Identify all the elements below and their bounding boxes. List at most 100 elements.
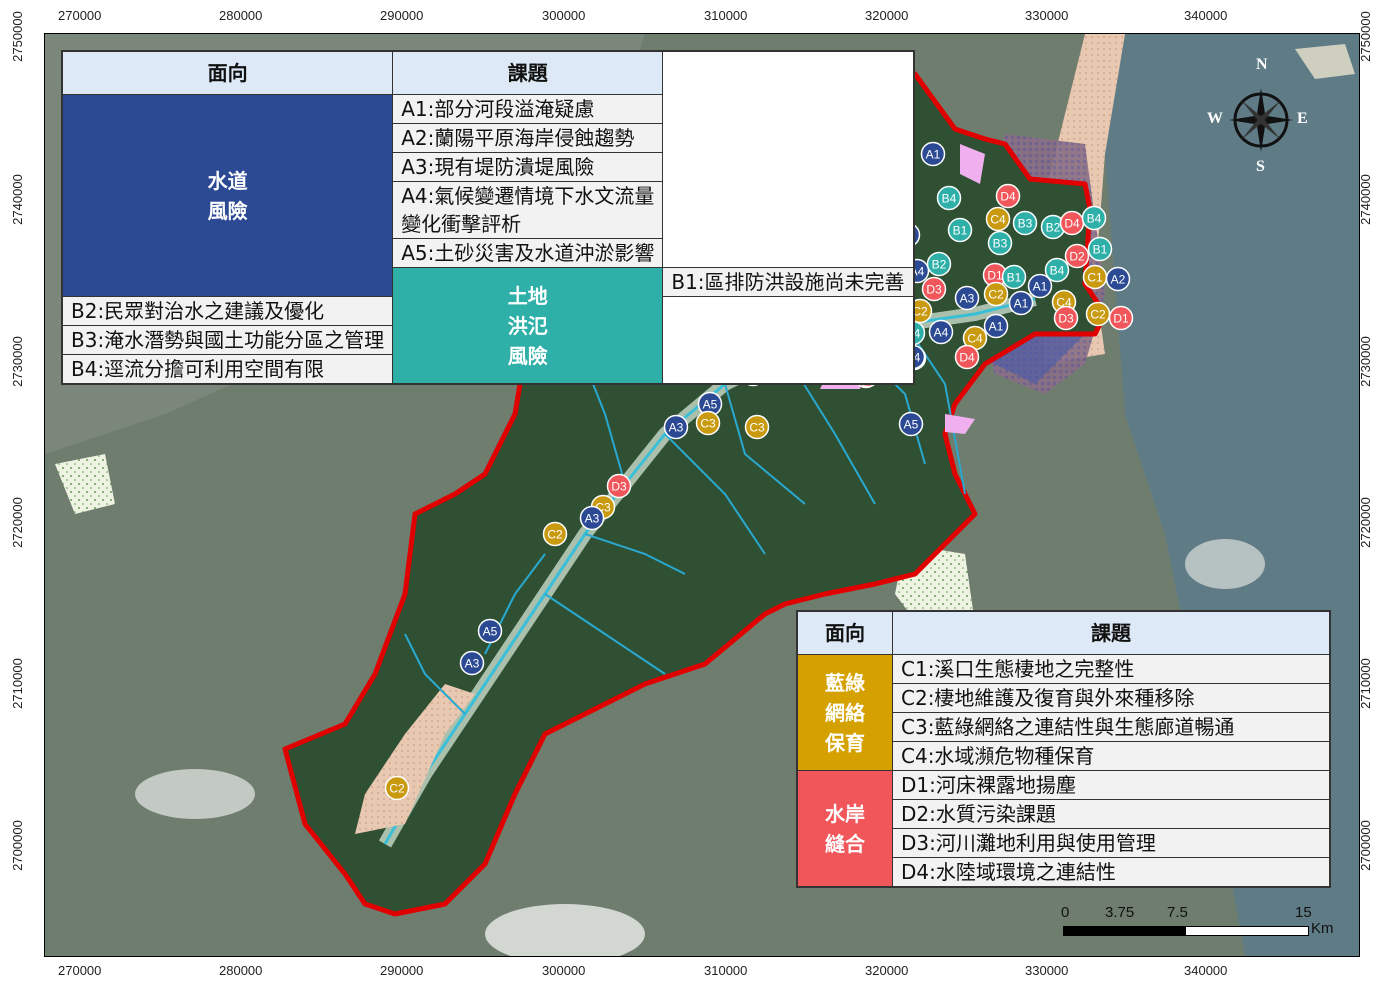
marker-label: D1: [1113, 312, 1129, 326]
marker-d4[interactable]: D4: [995, 183, 1021, 209]
marker-b1[interactable]: B1: [1087, 236, 1113, 262]
marker-label: B4: [942, 192, 957, 206]
marker-label: B3: [1018, 217, 1033, 231]
marker-label: C3: [749, 421, 765, 435]
scale-segment-white: [1185, 926, 1309, 936]
marker-a3[interactable]: A3: [954, 285, 980, 311]
marker-a4[interactable]: A4: [928, 319, 954, 345]
marker-d3[interactable]: D3: [606, 473, 632, 499]
marker-label: D2: [1069, 250, 1085, 264]
compass-n: N: [1256, 56, 1268, 73]
legend-item-b4: B4:逕流分擔可利用空間有限: [61, 354, 394, 385]
marker-a2[interactable]: A2: [1105, 266, 1131, 292]
scale-label: 3.75: [1105, 904, 1135, 921]
legend-item-d4: D4:水陸域環境之連結性: [892, 857, 1331, 888]
scale-label: 0: [1061, 904, 1070, 921]
legend-item-c3: C3:藍綠網絡之連結性與生態廊道暢通: [892, 712, 1331, 742]
compass-w: W: [1207, 110, 1223, 127]
marker-c2[interactable]: C2: [384, 775, 410, 801]
marker-label: C2: [988, 288, 1004, 302]
x-tick-label: 300000: [542, 8, 586, 23]
marker-d3[interactable]: D3: [1053, 305, 1079, 331]
x-tick-label: 320000: [865, 8, 909, 23]
marker-label: A5: [904, 418, 919, 432]
marker-label: B1: [1093, 243, 1108, 257]
marker-label: C2: [547, 528, 563, 542]
y-tick-label: 2730000: [9, 336, 25, 387]
marker-c1[interactable]: C1: [1082, 264, 1108, 290]
marker-label: C2: [912, 305, 928, 319]
marker-d4[interactable]: D4: [954, 344, 980, 370]
marker-c4[interactable]: C4: [985, 206, 1011, 232]
x-tick-label: 310000: [704, 8, 748, 23]
x-tick-label: 320000: [865, 963, 909, 978]
legend-group-waterway-risk: 水道 風險: [61, 94, 394, 297]
legend-group-waterfront: 水岸 縫合: [796, 770, 893, 888]
marker-b4[interactable]: B4: [1081, 205, 1107, 231]
marker-label: B2: [1046, 221, 1061, 235]
marker-c3[interactable]: C3: [695, 410, 721, 436]
x-tick-label: 340000: [1184, 8, 1228, 23]
marker-b3[interactable]: B3: [1012, 210, 1038, 236]
marker-label: A5: [703, 398, 718, 412]
cloud: [1185, 539, 1265, 589]
legend-item-c1: C1:溪口生態棲地之完整性: [892, 654, 1331, 684]
x-tick-label: 290000: [380, 8, 424, 23]
marker-d1[interactable]: D1: [1108, 305, 1134, 331]
marker-b4[interactable]: B4: [936, 185, 962, 211]
marker-d4[interactable]: D4: [1059, 210, 1085, 236]
y-tick-label: 2710000: [9, 658, 25, 709]
marker-label: A1: [1033, 280, 1048, 294]
marker-label: C4: [990, 213, 1006, 227]
legend-header-issue: 課題: [892, 610, 1331, 655]
legend-item-d1: D1:河床裸露地揚塵: [892, 770, 1331, 800]
marker-label: B1: [953, 224, 968, 238]
marker-a5[interactable]: A5: [898, 411, 924, 437]
marker-label: D4: [1064, 217, 1080, 231]
legend-table-cd: 面向 課題 藍綠 網絡 保育 C1:溪口生態棲地之完整性 C2:棲地維護及復育與…: [796, 610, 1331, 888]
marker-label: D4: [959, 351, 975, 365]
legend-header-aspect: 面向: [796, 610, 893, 655]
legend-item-a3: A3:現有堤防潰堤風險: [392, 152, 664, 182]
group-label: 土地 洪氾 風險: [507, 283, 548, 368]
marker-label: B4: [1087, 212, 1102, 226]
marker-label: C4: [967, 332, 983, 346]
legend-group-flood-risk: 土地 洪氾 風險: [392, 267, 664, 385]
compass-e: E: [1297, 110, 1308, 127]
marker-label: B4: [1050, 264, 1065, 278]
marker-a3[interactable]: A3: [663, 414, 689, 440]
y-tick-label: 2710000: [1357, 658, 1373, 709]
x-tick-label: 330000: [1025, 963, 1069, 978]
marker-a5[interactable]: A5: [477, 618, 503, 644]
marker-label: D3: [926, 283, 942, 297]
marker-a1[interactable]: A1: [1027, 273, 1053, 299]
marker-b1[interactable]: B1: [1001, 264, 1027, 290]
marker-a3[interactable]: A3: [459, 650, 485, 676]
legend-item-c2: C2:棲地維護及復育與外來種移除: [892, 683, 1331, 713]
marker-a1[interactable]: A1: [920, 141, 946, 167]
marker-label: A2: [1111, 273, 1126, 287]
marker-d3[interactable]: D3: [921, 276, 947, 302]
north-arrow: N S E W: [1207, 56, 1311, 175]
legend-item-a1: A1:部分河段溢淹疑慮: [392, 94, 664, 124]
marker-label: A5: [483, 625, 498, 639]
legend-item-a2: A2:蘭陽平原海岸侵蝕趨勢: [392, 123, 664, 153]
marker-c2[interactable]: C2: [1085, 301, 1111, 327]
marker-c2[interactable]: C2: [983, 281, 1009, 307]
marker-d2[interactable]: D2: [1064, 243, 1090, 269]
marker-a1[interactable]: A1: [1008, 290, 1034, 316]
marker-a3[interactable]: A3: [579, 505, 605, 531]
marker-a1[interactable]: A1: [983, 313, 1009, 339]
marker-b1[interactable]: B1: [947, 217, 973, 243]
y-tick-label: 2700000: [1357, 820, 1373, 871]
legend-header-aspect: 面向: [61, 50, 394, 95]
marker-label: C2: [389, 782, 405, 796]
scale-unit: Km: [1311, 920, 1334, 937]
marker-c2[interactable]: C2: [542, 521, 568, 547]
marker-label: B2: [932, 258, 947, 272]
marker-label: D3: [1058, 312, 1074, 326]
marker-b2[interactable]: B2: [926, 251, 952, 277]
marker-label: D3: [611, 480, 627, 494]
marker-c3[interactable]: C3: [744, 414, 770, 440]
marker-b3[interactable]: B3: [987, 230, 1013, 256]
